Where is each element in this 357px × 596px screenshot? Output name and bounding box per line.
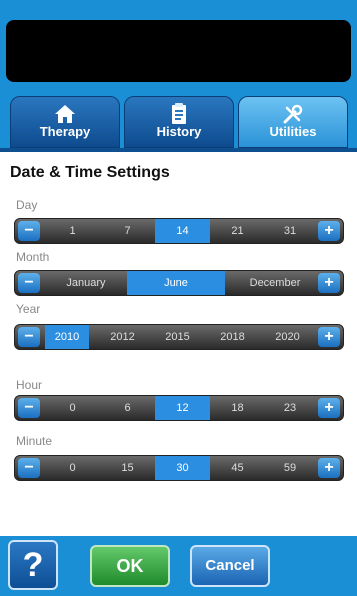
hour-option-selected[interactable]: 12 xyxy=(155,396,210,420)
cancel-button[interactable]: Cancel xyxy=(190,545,270,587)
minute-label: Minute xyxy=(16,434,53,448)
day-option[interactable]: 21 xyxy=(210,219,265,243)
home-icon xyxy=(11,102,119,126)
hour-decrement-button[interactable]: − xyxy=(18,398,40,418)
tab-history[interactable]: History xyxy=(124,96,234,148)
month-selector: − January June December + xyxy=(14,270,344,296)
ok-button[interactable]: OK xyxy=(90,545,170,587)
year-option[interactable]: 2015 xyxy=(150,325,205,349)
minute-decrement-button[interactable]: − xyxy=(18,458,40,478)
year-decrement-button[interactable]: − xyxy=(18,327,40,347)
year-option[interactable]: 2012 xyxy=(95,325,150,349)
day-option-selected[interactable]: 14 xyxy=(155,219,210,243)
hour-label: Hour xyxy=(16,378,43,392)
tab-history-label: History xyxy=(156,124,202,139)
minute-option-selected[interactable]: 30 xyxy=(155,456,210,480)
hour-option[interactable]: 23 xyxy=(265,396,315,420)
year-option-selected[interactable]: 2010 xyxy=(45,325,89,349)
year-selector: − 2010 2012 2015 2018 2020 + xyxy=(14,324,344,350)
minute-option[interactable]: 0 xyxy=(45,456,100,480)
day-decrement-button[interactable]: − xyxy=(18,221,40,241)
tab-utilities[interactable]: Utilities xyxy=(238,96,348,148)
minute-increment-button[interactable]: + xyxy=(318,458,340,478)
hour-selector: − 0 6 12 18 23 + xyxy=(14,395,344,421)
clipboard-icon xyxy=(125,102,233,126)
month-option-selected[interactable]: June xyxy=(127,271,225,295)
settings-panel: Date & Time Settings Day − 1 7 14 21 31 … xyxy=(0,152,357,504)
hour-option[interactable]: 6 xyxy=(100,396,155,420)
tab-therapy-label: Therapy xyxy=(39,124,91,139)
help-button[interactable]: ? xyxy=(8,540,58,590)
tab-strip: Therapy History Utilities xyxy=(0,90,357,152)
minute-option[interactable]: 45 xyxy=(210,456,265,480)
minute-option[interactable]: 15 xyxy=(100,456,155,480)
tab-utilities-label: Utilities xyxy=(269,124,317,139)
day-increment-button[interactable]: + xyxy=(318,221,340,241)
display-screen xyxy=(6,20,351,82)
day-label: Day xyxy=(16,198,38,212)
month-increment-button[interactable]: + xyxy=(318,273,340,293)
minute-selector: − 0 15 30 45 59 + xyxy=(14,455,344,481)
hour-option[interactable]: 18 xyxy=(210,396,265,420)
minute-option[interactable]: 59 xyxy=(265,456,315,480)
day-selector: − 1 7 14 21 31 + xyxy=(14,218,344,244)
day-option[interactable]: 7 xyxy=(100,219,155,243)
year-increment-button[interactable]: + xyxy=(318,327,340,347)
hour-option[interactable]: 0 xyxy=(45,396,100,420)
month-decrement-button[interactable]: − xyxy=(18,273,40,293)
tab-therapy[interactable]: Therapy xyxy=(10,96,120,148)
year-label: Year xyxy=(16,302,41,316)
hour-increment-button[interactable]: + xyxy=(318,398,340,418)
bottom-bar: ? OK Cancel xyxy=(0,536,357,596)
month-option[interactable]: January xyxy=(45,271,127,295)
day-option[interactable]: 31 xyxy=(265,219,315,243)
month-option[interactable]: December xyxy=(235,271,315,295)
year-option[interactable]: 2020 xyxy=(260,325,315,349)
day-option[interactable]: 1 xyxy=(45,219,100,243)
month-label: Month xyxy=(16,250,50,264)
page-title: Date & Time Settings xyxy=(10,164,170,181)
tools-icon xyxy=(239,102,347,126)
top-bar xyxy=(0,0,357,90)
year-option[interactable]: 2018 xyxy=(205,325,260,349)
